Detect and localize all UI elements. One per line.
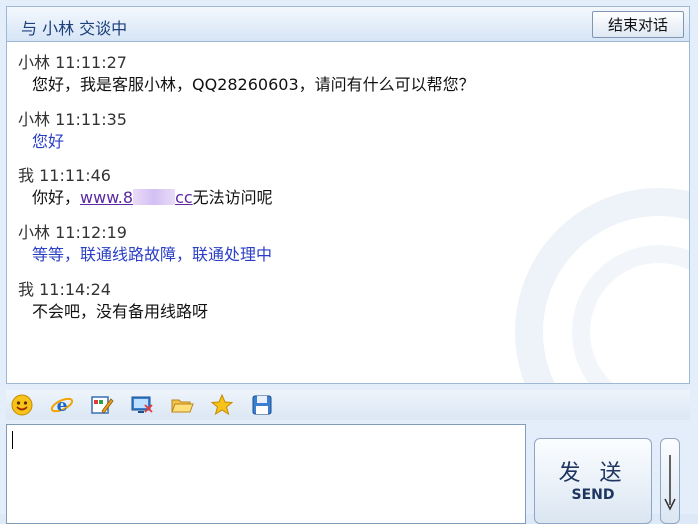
chat-window: 与 小林 交谈中 结束对话 小林 11:11:27 您好，我是客服小林，QQ28… — [0, 0, 698, 524]
save-disk-icon[interactable] — [250, 393, 274, 417]
message-text: 您好，我是客服小林，QQ28260603，请问有什么可以帮您？ — [32, 75, 475, 94]
message-sender: 小林 — [18, 53, 51, 72]
message-text: 等等，联通线路故障，联通处理中 — [32, 245, 273, 264]
message-header: 小林 11:12:19 — [18, 222, 272, 244]
message-sender: 我 — [18, 280, 35, 299]
message-item: 小林 11:11:27 您好，我是客服小林，QQ28260603，请问有什么可以… — [18, 52, 475, 96]
website-link[interactable]: www.8 cc — [80, 188, 193, 207]
message-time: 11:11:35 — [55, 110, 127, 129]
chat-header: 与 小林 交谈中 结束对话 — [6, 6, 690, 42]
send-button[interactable]: 发 送 SEND — [534, 438, 652, 524]
message-time: 11:12:19 — [55, 223, 127, 242]
svg-text:e: e — [57, 396, 68, 416]
message-header: 小林 11:11:27 — [18, 52, 475, 74]
chat-toolbar: e — [6, 390, 690, 420]
edit-note-icon[interactable] — [90, 393, 114, 417]
message-text: 不会吧，没有备用线路呀 — [32, 302, 209, 321]
message-item: 小林 11:12:19 等等，联通线路故障，联通处理中 — [18, 222, 272, 266]
send-options-button[interactable] — [660, 438, 680, 524]
message-header: 我 11:11:46 — [18, 165, 273, 187]
message-list: 小林 11:11:27 您好，我是客服小林，QQ28260603，请问有什么可以… — [6, 42, 690, 384]
send-label-cn: 发 送 — [558, 461, 628, 486]
message-time: 11:11:27 — [55, 53, 127, 72]
message-text: 您好 — [32, 132, 65, 151]
message-greeting: 你好， — [32, 188, 81, 207]
message-text: 你好，www.8 cc无法访问呢 — [18, 187, 273, 209]
message-rest: 无法访问呢 — [192, 188, 273, 207]
chat-title: 与 小林 交谈中 — [21, 19, 128, 38]
text-caret — [12, 431, 13, 449]
message-item: 我 11:14:24 不会吧，没有备用线路呀 — [18, 279, 208, 323]
message-sender: 小林 — [18, 223, 51, 242]
arrow-down-icon — [664, 455, 676, 511]
message-header: 小林 11:11:35 — [18, 109, 127, 131]
smiley-icon[interactable] — [10, 393, 34, 417]
send-label-en: SEND — [571, 487, 615, 503]
message-sender: 我 — [18, 166, 35, 185]
message-input[interactable] — [6, 424, 526, 524]
star-icon[interactable] — [210, 393, 234, 417]
message-time: 11:14:24 — [39, 280, 111, 299]
message-item: 我 11:11:46 你好，www.8 cc无法访问呢 — [18, 165, 273, 209]
redacted-patch — [133, 189, 176, 205]
screen-capture-icon[interactable] — [130, 393, 154, 417]
watermark-logo-icon — [515, 188, 689, 383]
message-item: 小林 11:11:35 您好 — [18, 109, 127, 153]
message-sender: 小林 — [18, 110, 51, 129]
ie-browser-icon[interactable]: e — [50, 393, 74, 417]
open-folder-icon[interactable] — [170, 393, 194, 417]
message-header: 我 11:14:24 — [18, 279, 208, 301]
end-chat-button[interactable]: 结束对话 — [592, 11, 684, 38]
message-time: 11:11:46 — [39, 166, 111, 185]
